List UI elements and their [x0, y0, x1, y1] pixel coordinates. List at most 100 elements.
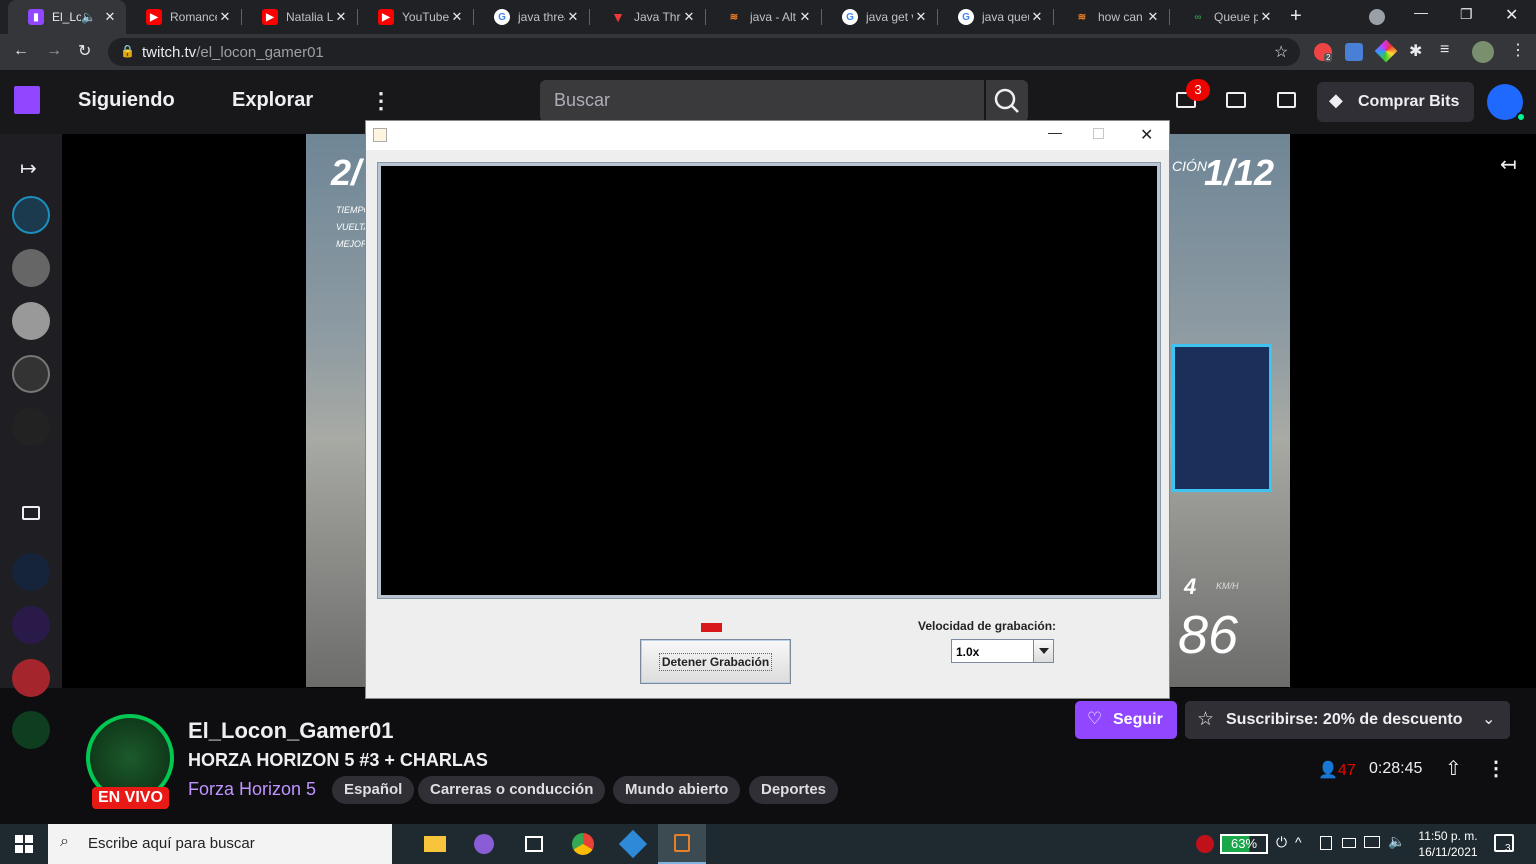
- buy-bits-button[interactable]: ◆ Comprar Bits: [1317, 82, 1474, 122]
- tab-natalia[interactable]: ▶ Natalia La ✕: [242, 0, 357, 34]
- channel-avatar[interactable]: [12, 249, 50, 287]
- game-link[interactable]: Forza Horizon 5: [188, 779, 316, 800]
- restore-icon[interactable]: ❐: [1460, 6, 1473, 23]
- file-explorer-icon[interactable]: [411, 824, 459, 864]
- reload-icon[interactable]: ↻: [78, 41, 91, 61]
- channel-avatar[interactable]: [12, 553, 50, 591]
- whispers-icon[interactable]: [1277, 92, 1296, 108]
- channel-avatar[interactable]: [12, 659, 50, 697]
- back-icon[interactable]: ←: [13, 42, 29, 60]
- color-picker-icon[interactable]: [1374, 39, 1398, 63]
- start-button[interactable]: [0, 824, 48, 864]
- close-icon[interactable]: ✕: [102, 9, 118, 25]
- search-button[interactable]: [986, 80, 1028, 122]
- tag-espanol[interactable]: Español: [332, 776, 415, 804]
- dropdown-arrow-icon[interactable]: [1033, 640, 1053, 662]
- maximize-icon[interactable]: [1093, 128, 1104, 139]
- tab-java-get[interactable]: G java get v ✕: [822, 0, 937, 34]
- minimize-icon[interactable]: —: [1048, 124, 1062, 140]
- channel-avatar[interactable]: [12, 606, 50, 644]
- battery-indicator[interactable]: 63%: [1220, 834, 1268, 854]
- device-icon[interactable]: [1320, 836, 1332, 850]
- close-icon[interactable]: ✕: [1029, 9, 1045, 25]
- close-icon[interactable]: ✕: [217, 9, 233, 25]
- network-icon[interactable]: [1364, 836, 1380, 848]
- media-control-icon[interactable]: ≡: [1440, 41, 1449, 59]
- channel-avatar[interactable]: [12, 355, 50, 393]
- search-input[interactable]: Buscar: [540, 80, 984, 122]
- more-options-icon[interactable]: ⋮: [1486, 756, 1506, 781]
- tag-deportes[interactable]: Deportes: [749, 776, 839, 804]
- close-icon[interactable]: ✕: [1258, 9, 1274, 25]
- more-menu-icon[interactable]: ⋮: [370, 88, 392, 114]
- close-icon[interactable]: ✕: [1140, 125, 1153, 145]
- speed-select[interactable]: 1.0x: [951, 639, 1054, 663]
- tag-carreras[interactable]: Carreras o conducción: [418, 776, 606, 804]
- chrome-menu-icon[interactable]: ⋮: [1510, 40, 1526, 60]
- taskbar-search[interactable]: ⌕ Escribe aquí para buscar: [48, 824, 392, 864]
- antivirus-tray-icon[interactable]: [1196, 835, 1214, 853]
- user-avatar[interactable]: [1487, 84, 1526, 122]
- video-camera-icon: [22, 506, 40, 520]
- bookmark-star-icon[interactable]: ☆: [1274, 42, 1288, 62]
- window-titlebar[interactable]: — ✕: [366, 121, 1169, 150]
- nav-following[interactable]: Siguiendo: [78, 89, 175, 112]
- channel-avatar[interactable]: [12, 711, 50, 749]
- twitch-logo-icon[interactable]: [14, 86, 40, 114]
- translate-icon[interactable]: [1345, 43, 1363, 61]
- channel-avatar[interactable]: [12, 196, 50, 234]
- channel-avatar[interactable]: [12, 408, 50, 446]
- profile-avatar[interactable]: [1472, 41, 1494, 63]
- viewer-count: 👤47: [1318, 762, 1356, 779]
- chrome-icon[interactable]: [559, 824, 607, 864]
- collapse-chat-icon[interactable]: ↤: [1500, 152, 1517, 177]
- tab-twitch[interactable]: ▮ El_Locon_Gamer01 🔈 ✕: [8, 0, 126, 34]
- stop-recording-button[interactable]: Detener Grabación: [640, 639, 791, 684]
- clock[interactable]: 11:50 p. m. 16/11/2021: [1408, 828, 1488, 860]
- volume-icon[interactable]: 🔈: [1388, 833, 1405, 850]
- speaker-icon[interactable]: 🔈: [81, 10, 96, 24]
- tab-romance[interactable]: ▶ Romance ✕: [126, 0, 241, 34]
- follow-button[interactable]: ♡ Seguir: [1075, 701, 1177, 739]
- forward-icon[interactable]: →: [46, 42, 62, 60]
- share-icon[interactable]: ⇧: [1445, 756, 1462, 781]
- action-center-icon[interactable]: 3: [1494, 834, 1514, 854]
- tab-java-threa[interactable]: G java threa ✕: [474, 0, 589, 34]
- tab-youtube[interactable]: ▶ YouTube ✕: [358, 0, 473, 34]
- adblock-icon[interactable]: 2: [1314, 43, 1333, 62]
- close-icon[interactable]: ✕: [333, 9, 349, 25]
- mail-icon[interactable]: [1226, 92, 1246, 108]
- close-icon[interactable]: ✕: [913, 9, 929, 25]
- tab-java-queu[interactable]: G java queu ✕: [938, 0, 1053, 34]
- java-app-icon[interactable]: [658, 824, 706, 864]
- close-icon[interactable]: ✕: [449, 9, 465, 25]
- chevron-up-icon[interactable]: ^: [1295, 834, 1302, 850]
- close-icon[interactable]: ✕: [565, 9, 581, 25]
- close-icon[interactable]: ✕: [1145, 9, 1161, 25]
- battery-tray-icon[interactable]: [1342, 838, 1356, 848]
- netbeans-icon[interactable]: [609, 824, 657, 864]
- nav-explore[interactable]: Explorar: [232, 89, 313, 112]
- expand-sidebar-icon[interactable]: ↦: [20, 156, 37, 181]
- close-icon[interactable]: ✕: [797, 9, 813, 25]
- address-bar[interactable]: 🔒 twitch.tv/el_locon_gamer01 ☆: [108, 38, 1300, 66]
- media-app-icon[interactable]: [510, 824, 558, 864]
- minimize-icon[interactable]: —: [1414, 4, 1428, 20]
- extensions-icon[interactable]: ✱: [1409, 41, 1422, 61]
- close-icon[interactable]: ✕: [681, 9, 697, 25]
- tab-java-alt[interactable]: ≋ java - Alt ✕: [706, 0, 821, 34]
- tab-java-thre[interactable]: ▼ Java Thre ✕: [590, 0, 705, 34]
- github-desktop-icon[interactable]: [460, 824, 508, 864]
- geeks-icon: ∞: [1194, 11, 1202, 23]
- tag-mundo-abierto[interactable]: Mundo abierto: [613, 776, 741, 804]
- recording-preview-canvas: [377, 162, 1161, 599]
- tab-how-can[interactable]: ≋ how can i ✕: [1054, 0, 1169, 34]
- close-window-icon[interactable]: ✕: [1505, 5, 1518, 25]
- new-tab-icon[interactable]: +: [1290, 5, 1302, 28]
- youtube-icon: ▶: [378, 9, 394, 25]
- tab-queue[interactable]: ∞ Queue po ✕: [1170, 0, 1282, 34]
- subscribe-button[interactable]: ☆ Suscribirse: 20% de descuento ⌄: [1185, 701, 1510, 739]
- channel-name[interactable]: El_Locon_Gamer01: [188, 718, 393, 744]
- channel-avatar[interactable]: [12, 302, 50, 340]
- tab-search-icon[interactable]: [1369, 9, 1385, 25]
